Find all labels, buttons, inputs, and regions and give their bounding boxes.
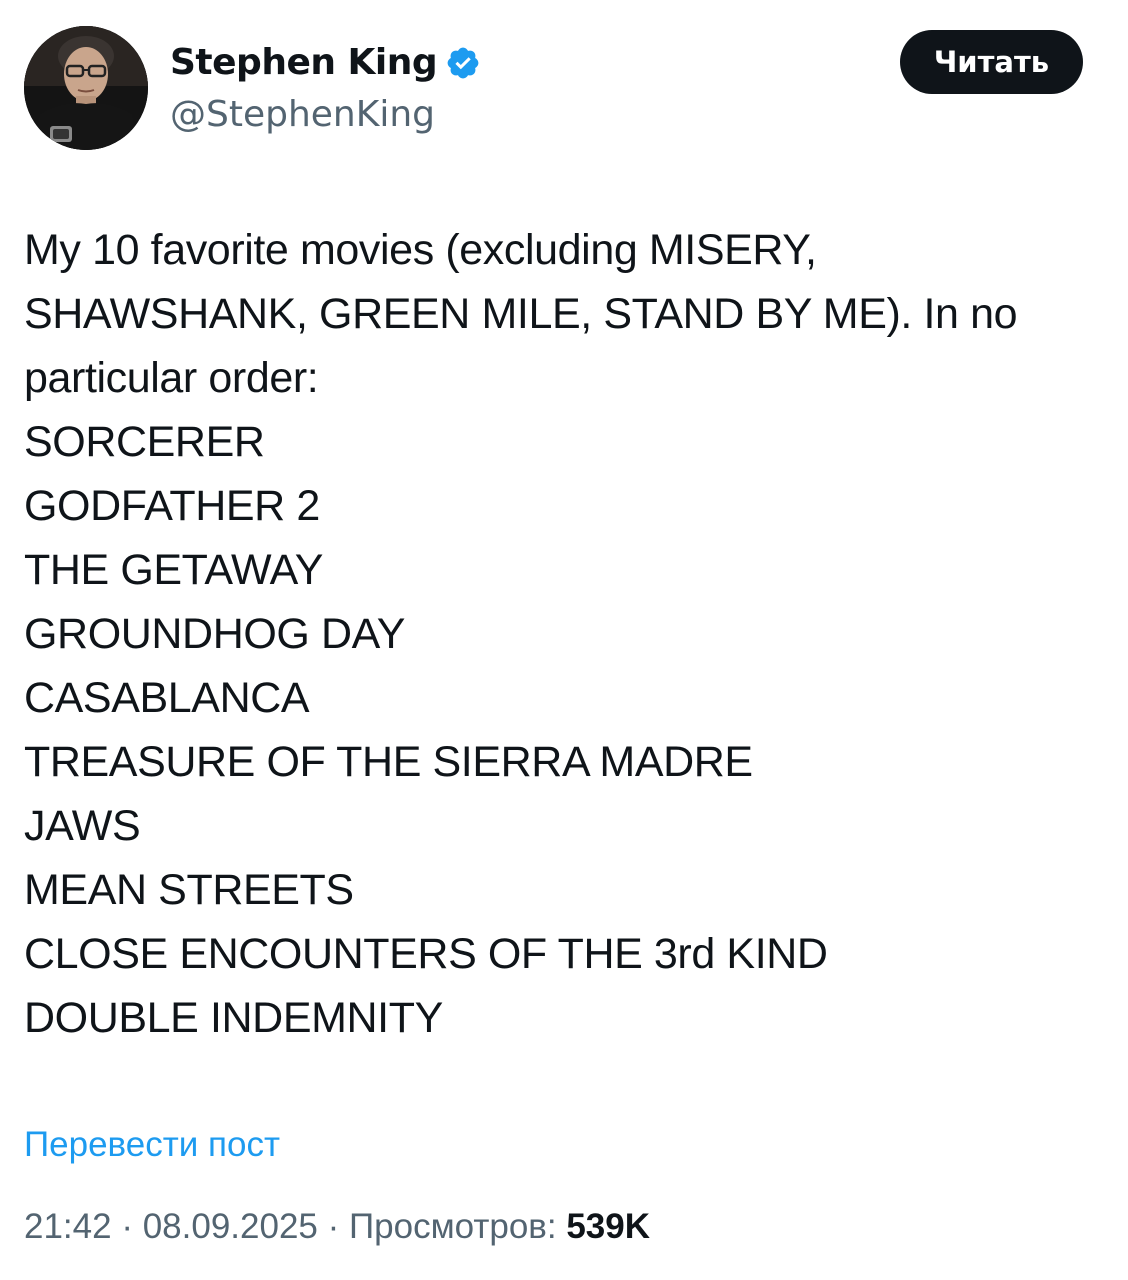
movie-item: DOUBLE INDEMNITY xyxy=(24,994,443,1042)
translate-post-link[interactable]: Перевести пост xyxy=(24,1122,280,1168)
movie-list: SORCERER GODFATHER 2 THE GETAWAY GROUNDH… xyxy=(24,410,1104,1050)
post-text: My 10 favorite movies (excluding MISERY,… xyxy=(24,218,1104,1050)
meta-separator: · xyxy=(111,1207,143,1246)
post-time[interactable]: 21:42 xyxy=(24,1207,112,1246)
author-name-row[interactable]: Stephen King xyxy=(170,38,481,88)
views-count: 539K xyxy=(566,1207,651,1246)
meta-separator: · xyxy=(317,1207,349,1246)
movie-item: THE GETAWAY xyxy=(24,546,323,594)
post-intro: My 10 favorite movies (excluding MISERY,… xyxy=(24,226,1018,402)
movie-item: SORCERER xyxy=(24,418,265,466)
post-meta: 21:42 · 08.09.2025 · Просмотров: 539K xyxy=(24,1204,650,1250)
author-name[interactable]: Stephen King xyxy=(170,38,438,88)
movie-item: CLOSE ENCOUNTERS OF THE 3rd KIND xyxy=(24,930,828,978)
author-avatar[interactable] xyxy=(24,26,148,150)
avatar-image xyxy=(24,26,148,150)
movie-item: CASABLANCA xyxy=(24,674,310,722)
post-date[interactable]: 08.09.2025 xyxy=(143,1207,318,1246)
movie-item: GODFATHER 2 xyxy=(24,482,320,530)
follow-button[interactable]: Читать xyxy=(900,30,1083,94)
movie-item: GROUNDHOG DAY xyxy=(24,610,406,658)
movie-item: TREASURE OF THE SIERRA MADRE xyxy=(24,738,753,786)
verified-badge-icon[interactable] xyxy=(445,45,481,81)
views-label: Просмотров: xyxy=(348,1207,557,1246)
author-handle[interactable]: @StephenKing xyxy=(170,90,435,140)
movie-item: JAWS xyxy=(24,802,141,850)
movie-item: MEAN STREETS xyxy=(24,866,354,914)
